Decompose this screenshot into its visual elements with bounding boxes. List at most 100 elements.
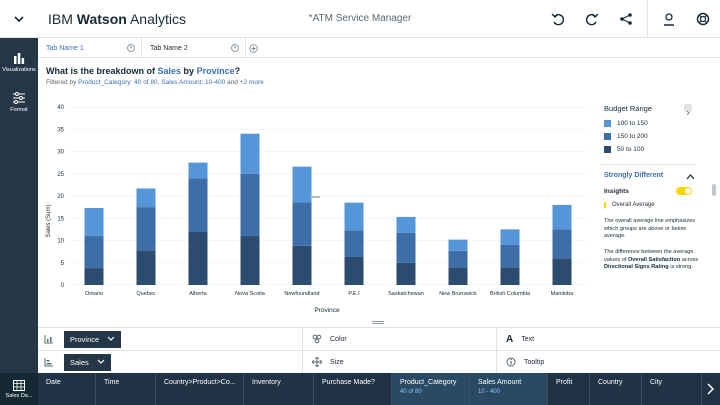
column-header[interactable]: Sales Amount 10 - 400 [470,373,548,405]
legend-collapse-button[interactable] [684,104,692,116]
size-well[interactable]: Size [312,351,344,373]
undo-button[interactable] [541,0,575,38]
menu-chevron-button[interactable] [0,0,38,38]
bar-segment[interactable] [396,232,416,263]
bar-segment[interactable] [84,268,104,285]
user-icon [664,13,674,26]
bar-segment[interactable] [344,256,364,285]
legend-item-150-200[interactable]: 150 to 200 [604,133,648,140]
stacked-bar-chart: 0 5 10 15 20 25 30 35 40 Ontario Quebec Alberta Nov… [46,105,588,314]
column-header[interactable]: Purchase Made? [314,373,392,405]
bar-segment[interactable] [344,202,364,231]
question-measure-link[interactable]: Sales [158,66,182,76]
scroll-columns-right-button[interactable] [700,373,720,405]
color-well-label: Color [330,335,347,343]
question-dimension-link[interactable]: Province [197,66,235,76]
bar-segment[interactable] [552,229,572,259]
bar-segment[interactable] [396,262,416,285]
bar-segment[interactable] [344,230,364,257]
legend-swatch [604,133,611,140]
rail-item-format[interactable]: Format [0,82,38,122]
field-row-2: Sales Size Tooltip [38,351,720,374]
bar-segment[interactable] [396,216,416,233]
chevron-down-icon [107,336,115,341]
bar-segment[interactable] [552,204,572,230]
filter-more-link[interactable]: +2 more [240,79,264,86]
bar-segment[interactable] [552,258,572,285]
column-header[interactable]: Product_Category 40 of 80 [392,373,470,405]
filter-product-category-link[interactable]: Product_Category: 40 of 80 [78,79,158,86]
tab-2-close-icon[interactable]: × [231,44,239,52]
tooltip-well[interactable]: Tooltip [506,351,544,373]
x-tick-label: New Brunswick [439,291,477,297]
legend-item-50-100[interactable]: 50 to 100 [604,146,644,153]
bar-segment[interactable] [292,166,312,203]
text-well[interactable]: A Text [506,328,534,350]
chevron-up-icon[interactable] [686,173,695,181]
bar-segment[interactable] [136,250,156,285]
tab-1-close-icon[interactable]: × [127,44,135,52]
insights-toggle[interactable] [676,187,692,195]
legend-title: Budget Range [604,104,652,113]
column-header[interactable]: Inventory [244,373,314,405]
filter-and: and [225,79,240,86]
tab-1[interactable]: Tab Name 1 × [38,38,142,58]
bar-segment[interactable] [188,231,208,285]
column-header[interactable]: Country>Product>Co... [156,373,244,405]
column-header-label: Inventory [252,379,281,386]
legend-swatch [604,120,611,127]
bar-segment[interactable] [448,267,468,285]
color-well[interactable]: Color [312,328,347,350]
legend-item-label: 150 to 200 [617,133,648,140]
brand-ibm: IBM [48,11,77,27]
bar-segment[interactable] [136,188,156,208]
y-tick-label: 15 [57,216,64,222]
brand-watson: Watson [76,11,127,27]
filter-sales-amount-link[interactable]: Sales Amount: 10-400 [161,79,225,86]
bar-segment[interactable] [500,229,520,245]
column-header[interactable]: Country [590,373,642,405]
bar-segment[interactable] [292,202,312,246]
brand-analytics: Analytics [126,11,186,27]
bar-segment[interactable] [188,162,208,179]
bar-segment[interactable] [292,245,312,285]
bar-segment[interactable] [84,208,104,237]
x-tick-label: Saskatchewan [388,291,424,297]
y-axis-field-pill[interactable]: Sales [64,353,111,371]
help-button[interactable] [686,0,720,38]
panel-scrollbar[interactable] [712,184,716,196]
data-source-button[interactable]: Sales Da... [0,373,38,405]
bar-segment[interactable] [188,178,208,232]
chart-drag-handle[interactable] [310,196,320,198]
add-tab-button[interactable] [246,38,260,58]
y-tick-label: 20 [57,194,64,200]
insight-section-title[interactable]: Strongly Different [604,172,663,179]
x-tick-label: P.E.I [348,291,360,297]
bar-segment[interactable] [500,244,520,268]
y-axis-label: Sales (Sum) [46,204,52,237]
filter-prefix: Filtered by [46,79,79,86]
share-button[interactable] [609,0,643,38]
bar-segment[interactable] [448,250,468,268]
pane-splitter[interactable] [372,321,384,324]
x-axis-field-pill[interactable]: Province [64,330,122,348]
bar-segment[interactable] [448,239,468,251]
y-axis-ticks: 0 5 10 15 20 25 30 35 40 [57,105,64,289]
bar-segment[interactable] [240,236,260,285]
column-header[interactable]: City [642,373,702,405]
bar-segment[interactable] [500,267,520,285]
tab-2[interactable]: Tab Name 2 × [142,38,246,58]
table-icon [13,379,25,391]
rail-item-visualizations[interactable]: Visualizations [0,42,38,82]
bar-segment[interactable] [136,207,156,251]
column-header[interactable]: Profit [548,373,590,405]
bar-segment[interactable] [240,133,260,174]
column-header[interactable]: Date [38,373,96,405]
redo-button[interactable] [575,0,609,38]
undo-icon [551,13,565,26]
column-header[interactable]: Time [96,373,156,405]
legend-item-100-150[interactable]: 100 to 150 [604,120,648,127]
bar-segment[interactable] [84,236,104,269]
bar-segment[interactable] [240,173,260,237]
user-button[interactable] [652,0,686,38]
